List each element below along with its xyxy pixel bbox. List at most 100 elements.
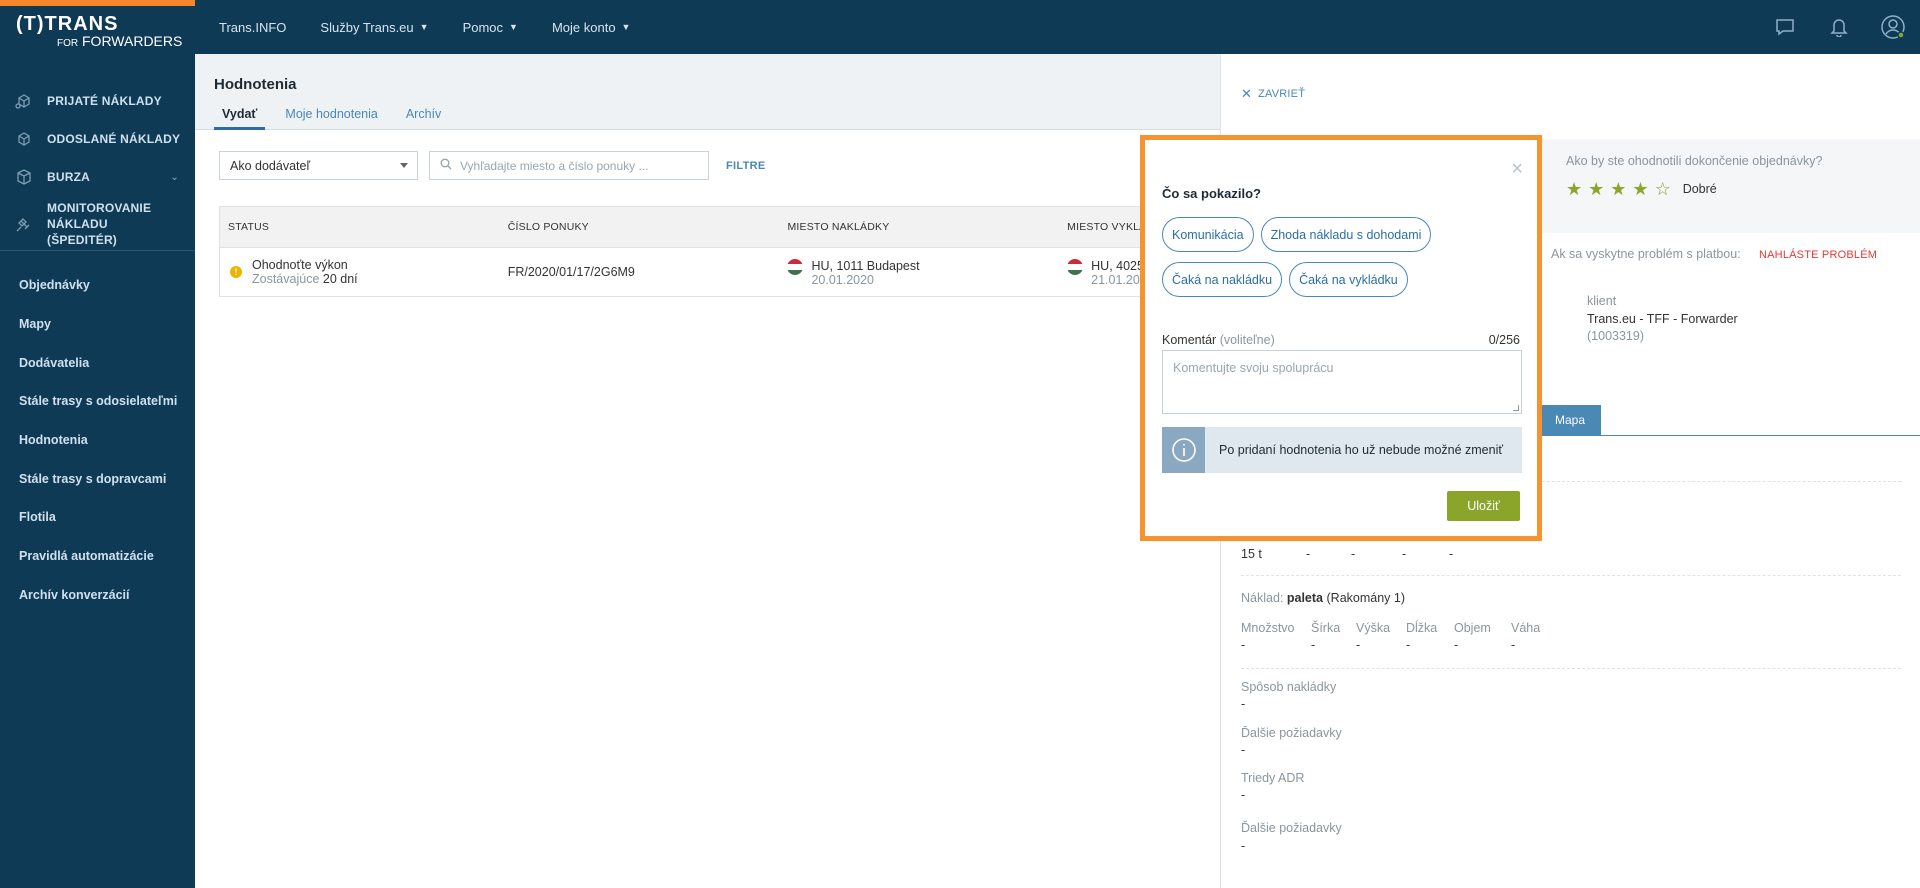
resize-handle-icon[interactable] <box>1513 405 1519 411</box>
user-avatar-icon[interactable] <box>1866 0 1920 54</box>
tab-map[interactable]: Mapa <box>1539 405 1601 435</box>
hungary-flag-icon <box>787 259 804 275</box>
nav-divider <box>0 250 195 251</box>
tab-issue[interactable]: Vydať <box>214 107 266 130</box>
table-row[interactable]: ! Ohodnoťte výkon Zostávajúce 20 dní FR/… <box>220 247 1220 296</box>
save-button[interactable]: Uložiť <box>1447 491 1520 521</box>
sidebar-item-label: MONITOROVANIE NÁKLADU (ŠPEDITÉR) <box>47 201 152 247</box>
close-icon: ✕ <box>1241 86 1253 101</box>
topnav-help[interactable]: Pomoc ▼ <box>463 20 518 35</box>
cargo-col: Dĺžka <box>1406 621 1438 635</box>
topnav-services[interactable]: Služby Trans.eu ▼ <box>320 20 428 35</box>
sidebar-item-shipper-routes[interactable]: Stále trasy s odosielateľmi <box>0 382 195 421</box>
sidebar-item-monitoring[interactable]: MONITOROVANIE NÁKLADU (ŠPEDITÉR) <box>0 196 195 252</box>
value-dash: - <box>1241 743 1246 757</box>
chip-waiting-unloading[interactable]: Čaká na vykládku <box>1289 262 1408 297</box>
sidebar-item-fleet[interactable]: Flotila <box>0 498 195 537</box>
caret-down-icon <box>400 163 408 168</box>
sidebar: (T)TRANS FOR FORWARDERS PRIJATÉ NÁKLADY … <box>0 0 195 888</box>
logo-line2: FOR FORWARDERS <box>57 33 183 49</box>
cargo-col: Váha <box>1511 621 1541 635</box>
sidebar-item-conversation-archive[interactable]: Archív konverzácií <box>0 576 195 615</box>
box-in-icon <box>14 92 34 110</box>
main-content: Hodnotenia Vydať Moje hodnotenia Archív … <box>195 54 1220 888</box>
close-icon[interactable]: × <box>1511 159 1523 179</box>
chip-waiting-loading[interactable]: Čaká na nakládku <box>1162 262 1283 297</box>
value-dash: - <box>1241 839 1246 853</box>
chat-icon[interactable] <box>1758 0 1812 54</box>
sidebar-item-automation-rules[interactable]: Pravidlá automatizácie <box>0 537 195 576</box>
col-loading-place[interactable]: MIESTO NAKLÁDKY <box>779 221 1059 233</box>
topbar-icons <box>1758 0 1920 54</box>
value-dash: - <box>1449 547 1454 561</box>
tab-archive[interactable]: Archív <box>398 107 449 130</box>
star-filled-icon[interactable]: ★ <box>1610 180 1626 198</box>
top-bar: Trans.INFO Služby Trans.eu ▼ Pomoc ▼ Moje … <box>195 0 1920 54</box>
chevron-down-icon: ▼ <box>621 22 631 32</box>
page-title: Hodnotenia <box>214 76 297 93</box>
star-empty-icon[interactable]: ☆ <box>1655 180 1671 198</box>
cargo-row: Náklad: paleta (Rakomány 1) <box>1241 591 1405 605</box>
cargo-col: Výška <box>1356 621 1391 635</box>
topnav-my-account[interactable]: Moje konto ▼ <box>552 20 631 35</box>
col-status[interactable]: STATUS <box>220 221 500 233</box>
chip-cargo-match[interactable]: Zhoda nákladu s dohodami <box>1260 217 1432 252</box>
sidebar-item-exchange[interactable]: BURZA ⌄ <box>0 158 195 196</box>
value-dash: - <box>1402 547 1407 561</box>
star-filled-icon[interactable]: ★ <box>1632 180 1648 198</box>
client-label: klient <box>1587 294 1617 308</box>
sidebar-item-orders[interactable]: Objednávky <box>0 266 195 305</box>
chevron-down-icon: ⌄ <box>170 171 179 183</box>
status-text: Ohodnoťte výkon <box>252 258 348 272</box>
filters: Ako dodávateľ FILTRE <box>219 151 765 180</box>
tab-underline <box>1539 435 1920 436</box>
sidebar-item-maps[interactable]: Mapy <box>0 305 195 344</box>
value-dash: - <box>1511 638 1516 652</box>
value-dash: - <box>1454 638 1459 652</box>
value-dash: - <box>1356 638 1361 652</box>
box-out-icon <box>14 130 34 148</box>
page-header: Hodnotenia Vydať Moje hodnotenia Archív <box>195 54 1220 130</box>
value-dash: - <box>1406 638 1411 652</box>
star-rating[interactable]: ★ ★ ★ ★ ☆ Dobré <box>1566 180 1717 198</box>
hungary-flag-icon <box>1067 259 1084 275</box>
report-problem-link[interactable]: NAHLÁSTE PROBLÉM <box>1759 249 1877 261</box>
cargo-col: Šírka <box>1311 621 1341 635</box>
issue-chips: Komunikácia Zhoda nákladu s dohodami Čaká… <box>1162 217 1522 307</box>
logo[interactable]: (T)TRANS FOR FORWARDERS <box>16 14 182 51</box>
table-header: STATUS ČÍSLO PONUKY MIESTO NAKLÁDKY MIES… <box>220 207 1220 247</box>
cube-icon <box>14 168 34 186</box>
weight-value: 15 t <box>1241 547 1262 561</box>
info-banner: Po pridaní hodnotenia ho už nebude možné… <box>1162 427 1522 473</box>
star-filled-icon[interactable]: ★ <box>1588 180 1604 198</box>
search-icon <box>440 158 452 173</box>
rating-label: Dobré <box>1682 182 1717 196</box>
bell-icon[interactable] <box>1812 0 1866 54</box>
info-icon <box>1162 427 1205 473</box>
chevron-down-icon: ▼ <box>419 22 429 32</box>
sidebar-item-received-loads[interactable]: PRIJATÉ NÁKLADY <box>0 82 195 120</box>
chip-communication[interactable]: Komunikácia <box>1162 217 1254 252</box>
satellite-icon <box>14 215 34 233</box>
info-text: Po pridaní hodnotenia ho už nebude možné… <box>1219 443 1504 457</box>
sidebar-item-carrier-routes[interactable]: Stále trasy s dopravcami <box>0 459 195 498</box>
search-input[interactable] <box>460 158 690 173</box>
comment-textarea[interactable] <box>1163 351 1521 413</box>
star-filled-icon[interactable]: ★ <box>1566 180 1582 198</box>
extra-requirements-label: Ďalšie požiadavky <box>1241 726 1342 740</box>
value-dash: - <box>1241 788 1246 802</box>
main-nav: PRIJATÉ NÁKLADY ODOSLANÉ NÁKLADY BURZA ⌄… <box>0 82 195 252</box>
logo-line1: (T)TRANS <box>16 13 119 35</box>
role-select[interactable]: Ako dodávateľ <box>219 151 418 180</box>
tabs: Vydať Moje hodnotenia Archív <box>214 107 461 130</box>
comment-label: Komentár (voliteľne) <box>1162 333 1275 347</box>
sidebar-item-ratings[interactable]: Hodnotenia <box>0 421 195 460</box>
topnav-trans-info[interactable]: Trans.INFO <box>219 20 286 35</box>
col-offer-number[interactable]: ČÍSLO PONUKY <box>500 221 780 233</box>
sidebar-item-sent-loads[interactable]: ODOSLANÉ NÁKLADY <box>0 120 195 158</box>
sidebar-item-suppliers[interactable]: Dodávatelia <box>0 343 195 382</box>
cargo-col: Množstvo <box>1241 621 1295 635</box>
tab-my-ratings[interactable]: Moje hodnotenia <box>277 107 385 130</box>
filters-link[interactable]: FILTRE <box>726 160 765 172</box>
close-panel-button[interactable]: ✕ ZAVRIEŤ <box>1241 86 1305 102</box>
